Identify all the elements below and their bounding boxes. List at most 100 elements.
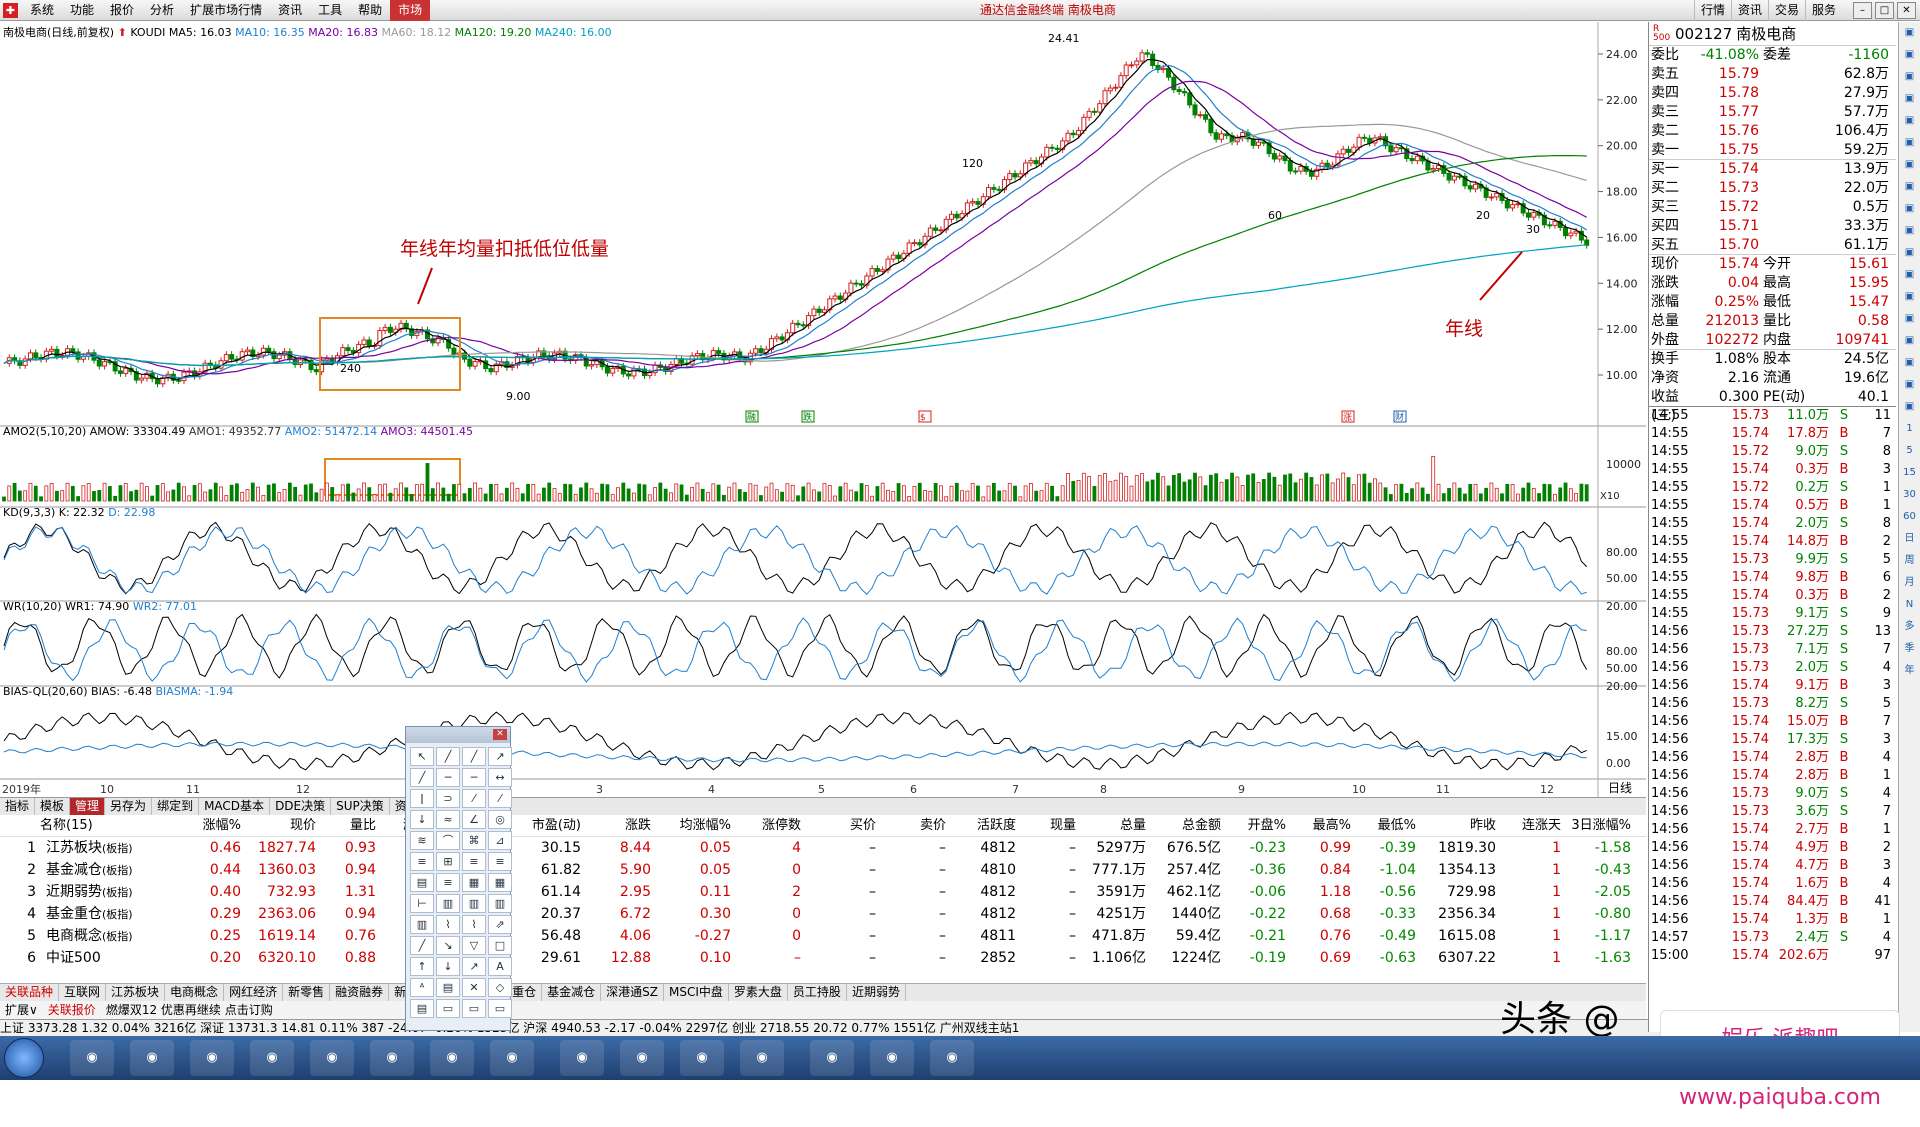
drawing-tool-icon[interactable]: ↔	[488, 768, 512, 787]
menu-item[interactable]: 功能	[62, 0, 102, 21]
side-tool-icon[interactable]: ▣	[1899, 66, 1920, 88]
table-row[interactable]: 1江苏板块(板指)0.461827.740.9301.5830.158.440.…	[0, 837, 1646, 859]
sector-tab[interactable]: 网红经济	[224, 984, 284, 1001]
menu-item[interactable]: 资讯	[270, 0, 310, 21]
sector-tab[interactable]: 江苏板块	[106, 984, 166, 1001]
drawing-tool-icon[interactable]: ╱	[410, 768, 434, 787]
drawing-tool-icon[interactable]: ᴬ	[410, 978, 434, 997]
drawing-tool-icon[interactable]: ≈	[436, 810, 460, 829]
toolbar-button[interactable]: MACD基本	[199, 798, 271, 815]
drawing-tool-icon[interactable]: ∠	[462, 810, 486, 829]
sector-tab[interactable]: 近期弱势	[847, 984, 906, 1001]
side-tool-icon[interactable]: ▣	[1899, 396, 1920, 418]
column-header[interactable]: 涨跌	[585, 815, 655, 836]
side-tool-icon[interactable]: ▣	[1899, 220, 1920, 242]
drawing-tool-icon[interactable]: ⌘	[462, 831, 486, 850]
side-tool-icon[interactable]: ▣	[1899, 264, 1920, 286]
app-icon[interactable]: ◉	[250, 1040, 294, 1076]
drawing-tool-icon[interactable]: ≡	[410, 852, 434, 871]
wps-icon[interactable]: ◉	[620, 1040, 664, 1076]
sector-tab[interactable]: 罗素大盘	[729, 984, 788, 1001]
column-header[interactable]: 现量	[1020, 815, 1080, 836]
column-header[interactable]: 昨收	[1420, 815, 1500, 836]
drawing-tool-icon[interactable]: ▽	[462, 936, 486, 955]
app-icon[interactable]: ◉	[680, 1040, 724, 1076]
drawing-tool-icon[interactable]: ⌇	[436, 915, 460, 934]
top-right-button[interactable]: 资讯	[1730, 0, 1768, 21]
sector-tab[interactable]: 新零售	[283, 984, 331, 1001]
sector-tab[interactable]: 互联网	[59, 984, 107, 1001]
menu-item[interactable]: 扩展市场行情	[182, 0, 270, 21]
period-button[interactable]: 15	[1899, 462, 1920, 484]
drawing-tool-icon[interactable]: A	[488, 957, 512, 976]
sector-tab[interactable]: 员工持股	[788, 984, 847, 1001]
drawing-tool-icon[interactable]: ⊿	[488, 831, 512, 850]
column-header[interactable]: 总金额	[1150, 815, 1225, 836]
top-right-button[interactable]: 交易	[1767, 0, 1805, 21]
period-button[interactable]: 1	[1899, 418, 1920, 440]
bottom-tab[interactable]: 扩展∨	[0, 1001, 43, 1019]
poker-icon[interactable]: ◉	[430, 1040, 474, 1076]
side-tool-icon[interactable]: ▣	[1899, 242, 1920, 264]
qq-icon[interactable]: ◉	[190, 1040, 234, 1076]
chart-area[interactable]: 南极电商(日线,前复权) ⬆ KOUDI MA5: 16.03 MA10: 16…	[0, 22, 1646, 797]
drawing-tool-icon[interactable]: ≡	[436, 873, 460, 892]
table-row[interactable]: 3近期弱势(板指)0.40732.931.3102.2261.142.950.1…	[0, 881, 1646, 903]
drawing-tool-icon[interactable]: ↘	[436, 936, 460, 955]
drawing-tool-icon[interactable]: ─	[436, 768, 460, 787]
period-button[interactable]: 5	[1899, 440, 1920, 462]
table-row[interactable]: 5电商概念(板指)0.251619.140.7600.9756.484.06-0…	[0, 925, 1646, 947]
sector-tab[interactable]: 关联品种	[0, 984, 60, 1001]
column-header[interactable]: 名称(15)	[40, 815, 170, 836]
sector-tab[interactable]: MSCI中盘	[664, 984, 729, 1001]
drawing-tool-icon[interactable]: ─	[462, 768, 486, 787]
drawing-tool-icon[interactable]: ▥	[436, 894, 460, 913]
drawing-tool-icon[interactable]: ≋	[410, 831, 434, 850]
period-button[interactable]: 周	[1899, 550, 1920, 572]
top-right-button[interactable]: 行情	[1693, 0, 1731, 21]
side-tool-icon[interactable]: ▣	[1899, 110, 1920, 132]
toolbar-button[interactable]: 另存为	[105, 798, 153, 815]
drawing-tool-icon[interactable]: ◎	[488, 810, 512, 829]
drawing-tool-icon[interactable]: ▤	[410, 873, 434, 892]
side-tool-icon[interactable]: ▣	[1899, 44, 1920, 66]
menu-item[interactable]: 报价	[102, 0, 142, 21]
drawing-tool-icon[interactable]: ⊃	[436, 789, 460, 808]
sector-tab[interactable]: 融资融券	[330, 984, 390, 1001]
period-button[interactable]: 年	[1899, 660, 1920, 682]
menu-item[interactable]: 工具	[310, 0, 350, 21]
drawing-tool-icon[interactable]: ╱	[436, 747, 460, 766]
column-header[interactable]: 市盈(动)	[510, 815, 585, 836]
tdx-active-icon[interactable]: ◉	[490, 1040, 534, 1076]
drawing-tool-icon[interactable]: ▤	[410, 999, 434, 1018]
drawing-tool-icon[interactable]: ⁄	[488, 789, 512, 808]
drawing-tool-icon[interactable]: ▥	[488, 894, 512, 913]
sector-tab[interactable]: 电商概念	[165, 984, 225, 1001]
period-button[interactable]: 30	[1899, 484, 1920, 506]
side-tool-icon[interactable]: ▣	[1899, 330, 1920, 352]
period-button[interactable]: 多	[1899, 616, 1920, 638]
side-tool-icon[interactable]: ▣	[1899, 198, 1920, 220]
app-icon[interactable]: ◉	[370, 1040, 414, 1076]
app-icon[interactable]: ◉	[870, 1040, 914, 1076]
bottom-tab[interactable]: 关联报价	[43, 1001, 101, 1019]
menu-item[interactable]: 系统	[22, 0, 62, 21]
drawing-tool-icon[interactable]: ⊞	[436, 852, 460, 871]
drawing-tool-icon[interactable]: □	[488, 936, 512, 955]
side-tool-icon[interactable]: ▣	[1899, 154, 1920, 176]
table-row[interactable]: 6中证5000.206320.100.880–29.6112.880.10–––…	[0, 947, 1646, 969]
column-header[interactable]: 3日涨幅%	[1565, 815, 1635, 836]
palette-title-bar[interactable]: ✕	[406, 727, 510, 743]
drawing-tool-icon[interactable]: ▭	[462, 999, 486, 1018]
drawing-tool-icon[interactable]: ◇	[488, 978, 512, 997]
column-header[interactable]: 总量	[1080, 815, 1150, 836]
column-header[interactable]: 连涨天	[1500, 815, 1565, 836]
menu-item[interactable]: 分析	[142, 0, 182, 21]
app-logo-icon[interactable]: ✚	[3, 3, 18, 18]
drawing-tool-icon[interactable]: ↓	[436, 957, 460, 976]
drawing-tool-icon[interactable]: ▥	[462, 894, 486, 913]
start-button[interactable]	[4, 1038, 44, 1078]
period-button[interactable]: 季	[1899, 638, 1920, 660]
drawing-tool-icon[interactable]: ▥	[410, 915, 434, 934]
period-label[interactable]: 日线	[1608, 779, 1632, 796]
